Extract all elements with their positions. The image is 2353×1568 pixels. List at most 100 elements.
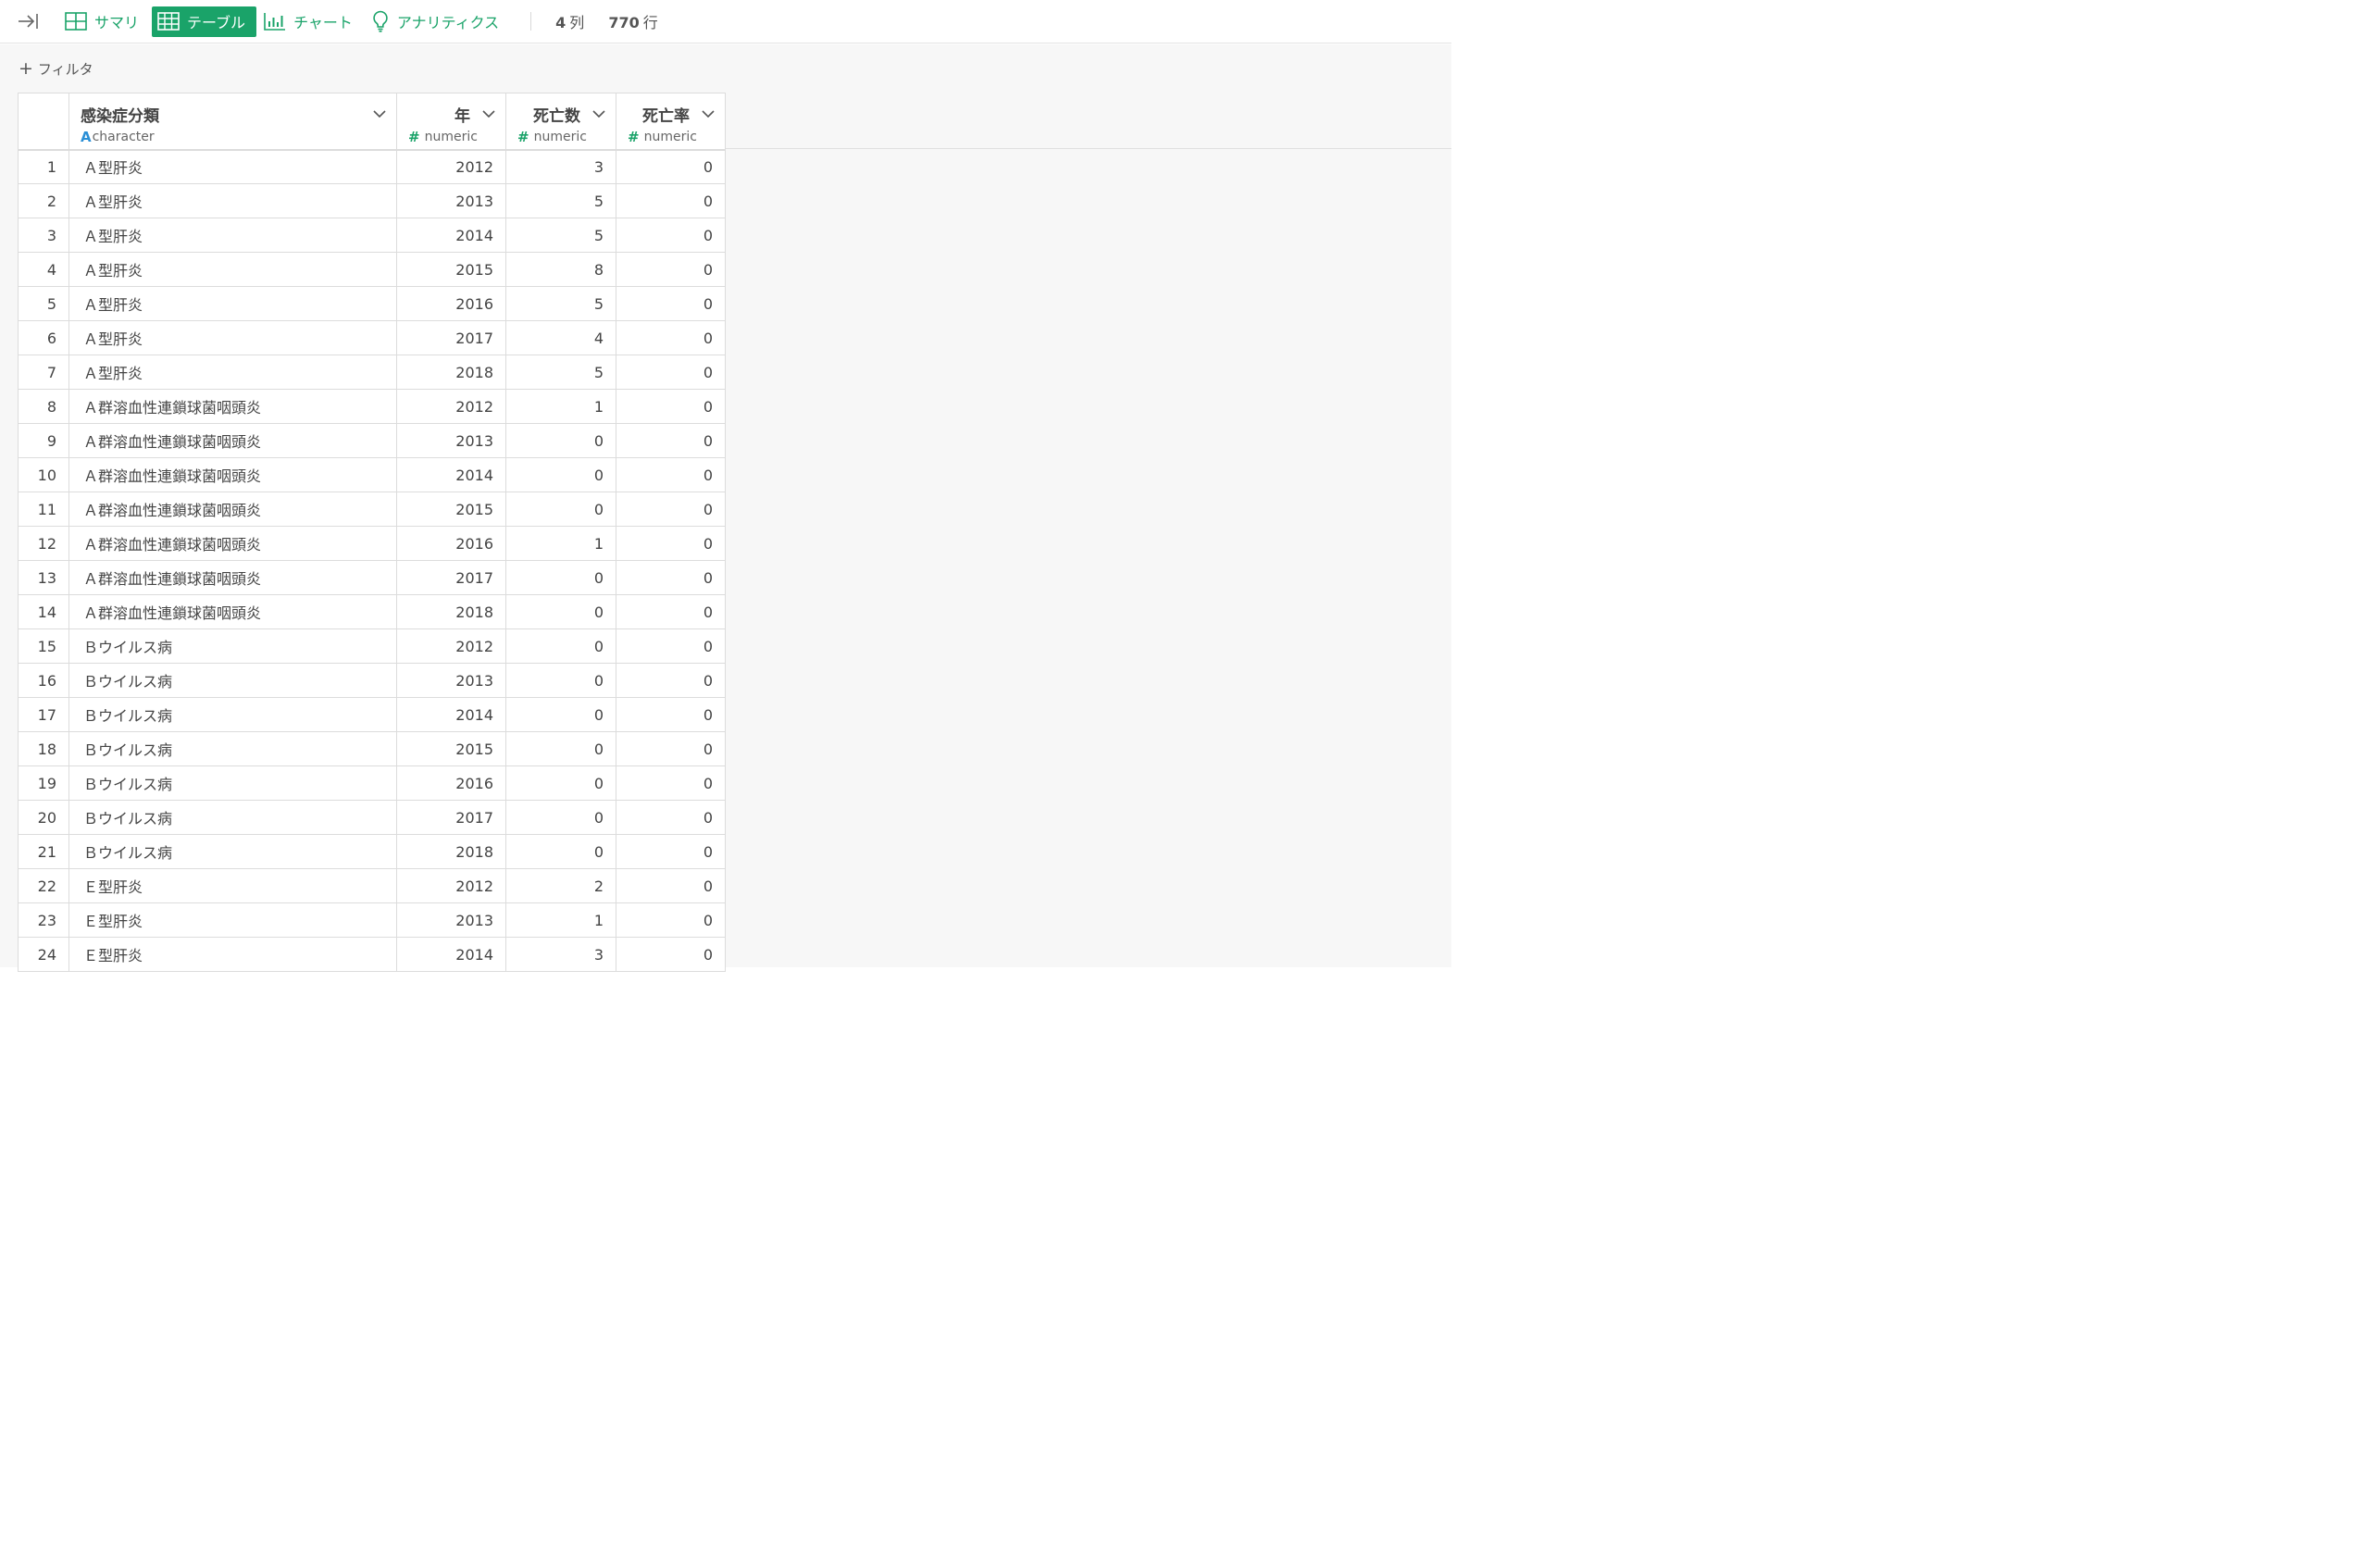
tab-chart[interactable]: チャート — [258, 6, 364, 37]
cell-deaths[interactable]: 0 — [505, 834, 616, 869]
cell-category[interactable]: Ａ型肝炎 — [68, 218, 397, 253]
cell-category[interactable]: Ａ型肝炎 — [68, 183, 397, 218]
cell-deaths[interactable]: 0 — [505, 800, 616, 835]
cell-year[interactable]: 2016 — [396, 526, 506, 561]
cell-category[interactable]: Ａ型肝炎 — [68, 149, 397, 184]
column-header-mortality-rate[interactable]: 死亡率 # numeric — [616, 93, 726, 151]
cell-deaths[interactable]: 0 — [505, 697, 616, 732]
cell-mortality-rate[interactable]: 0 — [616, 149, 726, 184]
cell-mortality-rate[interactable]: 0 — [616, 628, 726, 664]
cell-year[interactable]: 2014 — [396, 937, 506, 972]
cell-year[interactable]: 2015 — [396, 731, 506, 766]
cell-deaths[interactable]: 0 — [505, 457, 616, 492]
cell-category[interactable]: Ａ群溶血性連鎖球菌咽頭炎 — [68, 457, 397, 492]
cell-mortality-rate[interactable]: 0 — [616, 902, 726, 938]
cell-deaths[interactable]: 1 — [505, 389, 616, 424]
cell-year[interactable]: 2012 — [396, 149, 506, 184]
cell-mortality-rate[interactable]: 0 — [616, 868, 726, 903]
cell-category[interactable]: Ａ型肝炎 — [68, 320, 397, 355]
cell-mortality-rate[interactable]: 0 — [616, 697, 726, 732]
cell-deaths[interactable]: 5 — [505, 218, 616, 253]
cell-deaths[interactable]: 0 — [505, 492, 616, 527]
cell-category[interactable]: Ｂウイルス病 — [68, 834, 397, 869]
cell-mortality-rate[interactable]: 0 — [616, 834, 726, 869]
cell-category[interactable]: Ａ型肝炎 — [68, 252, 397, 287]
cell-mortality-rate[interactable]: 0 — [616, 765, 726, 801]
cell-mortality-rate[interactable]: 0 — [616, 320, 726, 355]
cell-deaths[interactable]: 3 — [505, 937, 616, 972]
cell-deaths[interactable]: 5 — [505, 286, 616, 321]
collapse-panel-icon[interactable] — [15, 7, 43, 35]
cell-year[interactable]: 2015 — [396, 492, 506, 527]
cell-category[interactable]: Ａ群溶血性連鎖球菌咽頭炎 — [68, 492, 397, 527]
column-header-year[interactable]: 年 # numeric — [396, 93, 506, 151]
cell-category[interactable]: Ａ群溶血性連鎖球菌咽頭炎 — [68, 389, 397, 424]
cell-mortality-rate[interactable]: 0 — [616, 731, 726, 766]
cell-deaths[interactable]: 1 — [505, 526, 616, 561]
cell-year[interactable]: 2014 — [396, 218, 506, 253]
cell-deaths[interactable]: 0 — [505, 731, 616, 766]
cell-deaths[interactable]: 4 — [505, 320, 616, 355]
cell-mortality-rate[interactable]: 0 — [616, 423, 726, 458]
cell-category[interactable]: Ｅ型肝炎 — [68, 902, 397, 938]
cell-year[interactable]: 2017 — [396, 560, 506, 595]
cell-category[interactable]: Ａ群溶血性連鎖球菌咽頭炎 — [68, 423, 397, 458]
cell-mortality-rate[interactable]: 0 — [616, 218, 726, 253]
cell-year[interactable]: 2014 — [396, 457, 506, 492]
cell-deaths[interactable]: 0 — [505, 765, 616, 801]
chevron-down-icon[interactable] — [372, 106, 387, 121]
cell-deaths[interactable]: 8 — [505, 252, 616, 287]
cell-year[interactable]: 2018 — [396, 834, 506, 869]
cell-year[interactable]: 2017 — [396, 800, 506, 835]
cell-mortality-rate[interactable]: 0 — [616, 389, 726, 424]
column-header-category[interactable]: 感染症分類 Acharacter — [68, 93, 397, 151]
cell-year[interactable]: 2018 — [396, 594, 506, 629]
cell-deaths[interactable]: 3 — [505, 149, 616, 184]
cell-mortality-rate[interactable]: 0 — [616, 560, 726, 595]
chevron-down-icon[interactable] — [481, 106, 496, 121]
cell-mortality-rate[interactable]: 0 — [616, 252, 726, 287]
cell-mortality-rate[interactable]: 0 — [616, 937, 726, 972]
cell-category[interactable]: Ａ群溶血性連鎖球菌咽頭炎 — [68, 526, 397, 561]
tab-table[interactable]: テーブル — [152, 6, 257, 37]
cell-mortality-rate[interactable]: 0 — [616, 594, 726, 629]
chevron-down-icon[interactable] — [591, 106, 606, 121]
cell-year[interactable]: 2018 — [396, 355, 506, 390]
cell-category[interactable]: Ａ型肝炎 — [68, 355, 397, 390]
tab-analytics[interactable]: アナリティクス — [366, 6, 510, 37]
cell-deaths[interactable]: 0 — [505, 560, 616, 595]
cell-deaths[interactable]: 0 — [505, 628, 616, 664]
cell-category[interactable]: Ｂウイルス病 — [68, 731, 397, 766]
cell-year[interactable]: 2012 — [396, 868, 506, 903]
cell-mortality-rate[interactable]: 0 — [616, 526, 726, 561]
cell-year[interactable]: 2016 — [396, 286, 506, 321]
cell-year[interactable]: 2012 — [396, 628, 506, 664]
cell-mortality-rate[interactable]: 0 — [616, 492, 726, 527]
cell-mortality-rate[interactable]: 0 — [616, 800, 726, 835]
cell-category[interactable]: Ｂウイルス病 — [68, 663, 397, 698]
cell-year[interactable]: 2016 — [396, 765, 506, 801]
cell-deaths[interactable]: 0 — [505, 423, 616, 458]
cell-mortality-rate[interactable]: 0 — [616, 286, 726, 321]
cell-category[interactable]: Ａ群溶血性連鎖球菌咽頭炎 — [68, 560, 397, 595]
cell-year[interactable]: 2012 — [396, 389, 506, 424]
cell-category[interactable]: Ｂウイルス病 — [68, 765, 397, 801]
cell-mortality-rate[interactable]: 0 — [616, 663, 726, 698]
cell-year[interactable]: 2014 — [396, 697, 506, 732]
add-filter-button[interactable]: + フィルタ — [19, 59, 93, 79]
cell-mortality-rate[interactable]: 0 — [616, 183, 726, 218]
cell-year[interactable]: 2013 — [396, 423, 506, 458]
cell-year[interactable]: 2015 — [396, 252, 506, 287]
cell-category[interactable]: Ａ群溶血性連鎖球菌咽頭炎 — [68, 594, 397, 629]
tab-summary[interactable]: サマリ — [59, 6, 150, 37]
cell-deaths[interactable]: 0 — [505, 594, 616, 629]
column-header-deaths[interactable]: 死亡数 # numeric — [505, 93, 616, 151]
cell-category[interactable]: Ｂウイルス病 — [68, 628, 397, 664]
cell-deaths[interactable]: 0 — [505, 663, 616, 698]
cell-deaths[interactable]: 5 — [505, 183, 616, 218]
cell-mortality-rate[interactable]: 0 — [616, 355, 726, 390]
cell-deaths[interactable]: 5 — [505, 355, 616, 390]
cell-category[interactable]: Ｂウイルス病 — [68, 800, 397, 835]
cell-year[interactable]: 2013 — [396, 663, 506, 698]
cell-category[interactable]: Ｂウイルス病 — [68, 697, 397, 732]
